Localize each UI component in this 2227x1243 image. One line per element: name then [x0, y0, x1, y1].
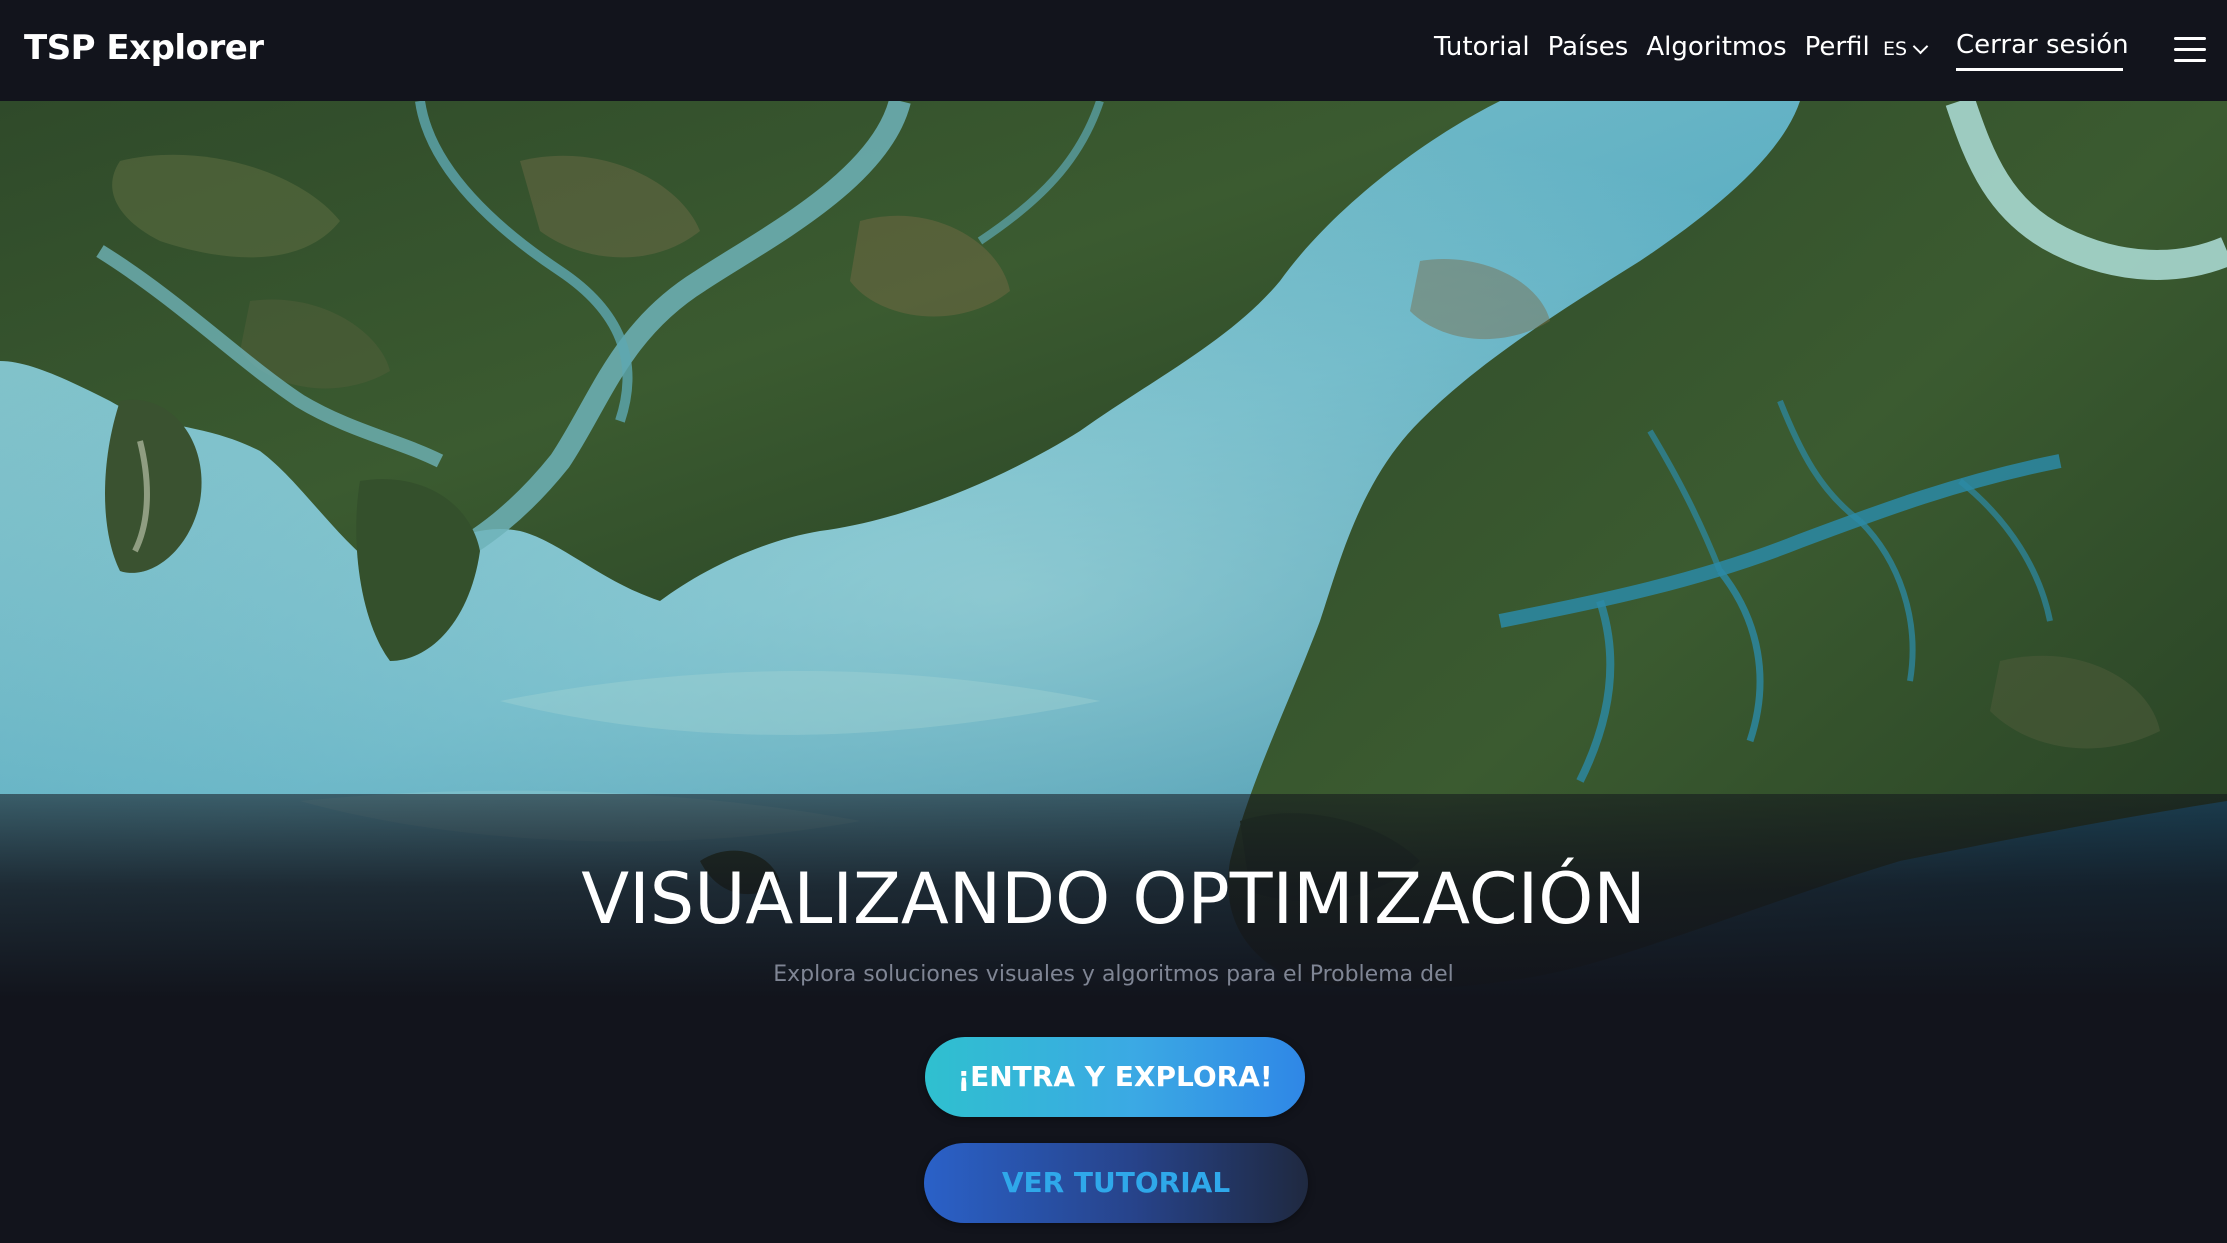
landing-page: TSP Explorer Tutorial Países Algoritmos … — [0, 0, 2227, 1243]
language-selector[interactable]: ES — [1883, 38, 1929, 60]
nav-link-tutorial[interactable]: Tutorial — [1434, 32, 1530, 62]
language-label: ES — [1883, 38, 1908, 60]
logout-button[interactable]: Cerrar sesión — [1956, 30, 2129, 71]
nav-link-algoritmos[interactable]: Algoritmos — [1646, 32, 1786, 62]
tutorial-button[interactable]: VER TUTORIAL — [924, 1143, 1308, 1223]
nav-link-paises[interactable]: Países — [1548, 32, 1629, 62]
top-navbar: TSP Explorer Tutorial Países Algoritmos … — [0, 0, 2227, 101]
nav-links: Tutorial Países Algoritmos Perfil — [1434, 32, 1888, 62]
explore-button[interactable]: ¡ENTRA Y EXPLORA! — [925, 1037, 1305, 1117]
nav-link-perfil[interactable]: Perfil — [1805, 32, 1870, 62]
brand-logo[interactable]: TSP Explorer — [24, 28, 264, 68]
hero-title: VISUALIZANDO OPTIMIZACIÓN — [581, 858, 1646, 940]
hero-subtitle: Explora soluciones visuales y algoritmos… — [773, 962, 1454, 987]
hamburger-menu-icon[interactable] — [2174, 37, 2206, 63]
chevron-down-icon — [1912, 38, 1929, 54]
